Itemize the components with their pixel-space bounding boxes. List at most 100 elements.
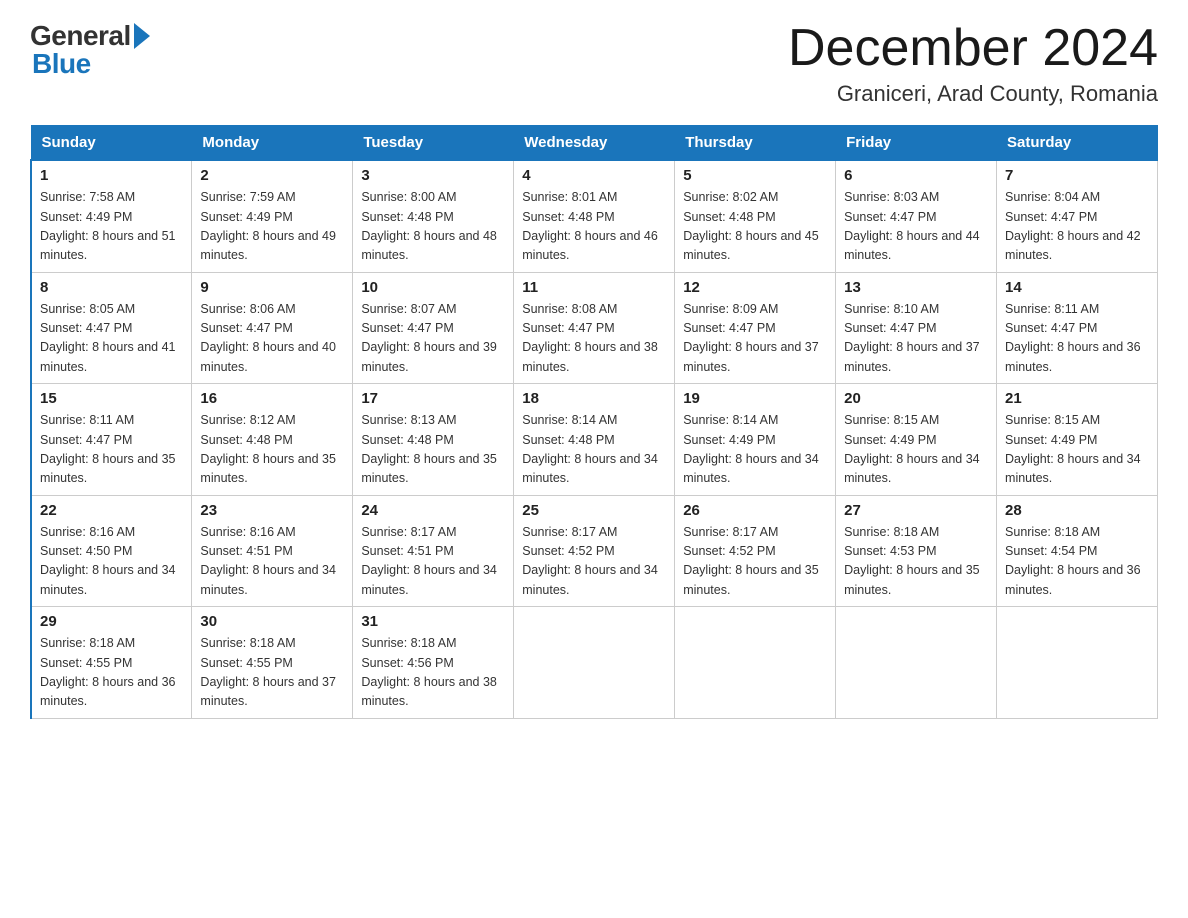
calendar-cell: 10 Sunrise: 8:07 AMSunset: 4:47 PMDaylig… <box>353 272 514 384</box>
calendar-cell: 24 Sunrise: 8:17 AMSunset: 4:51 PMDaylig… <box>353 495 514 607</box>
day-number: 30 <box>200 613 344 630</box>
day-number: 1 <box>40 167 183 184</box>
calendar-cell: 28 Sunrise: 8:18 AMSunset: 4:54 PMDaylig… <box>997 495 1158 607</box>
day-info: Sunrise: 8:00 AMSunset: 4:48 PMDaylight:… <box>361 190 497 262</box>
calendar-cell <box>836 607 997 719</box>
day-number: 31 <box>361 613 505 630</box>
day-info: Sunrise: 8:14 AMSunset: 4:49 PMDaylight:… <box>683 413 819 485</box>
calendar-week-5: 29 Sunrise: 8:18 AMSunset: 4:55 PMDaylig… <box>31 607 1158 719</box>
day-number: 13 <box>844 279 988 296</box>
calendar-cell: 25 Sunrise: 8:17 AMSunset: 4:52 PMDaylig… <box>514 495 675 607</box>
day-info: Sunrise: 8:07 AMSunset: 4:47 PMDaylight:… <box>361 302 497 374</box>
day-number: 25 <box>522 502 666 519</box>
day-info: Sunrise: 8:11 AMSunset: 4:47 PMDaylight:… <box>1005 302 1141 374</box>
calendar-cell: 31 Sunrise: 8:18 AMSunset: 4:56 PMDaylig… <box>353 607 514 719</box>
calendar-cell <box>997 607 1158 719</box>
day-info: Sunrise: 8:18 AMSunset: 4:53 PMDaylight:… <box>844 525 980 597</box>
calendar-cell: 22 Sunrise: 8:16 AMSunset: 4:50 PMDaylig… <box>31 495 192 607</box>
calendar-cell: 16 Sunrise: 8:12 AMSunset: 4:48 PMDaylig… <box>192 384 353 496</box>
calendar-table: SundayMondayTuesdayWednesdayThursdayFrid… <box>30 125 1158 719</box>
day-info: Sunrise: 8:04 AMSunset: 4:47 PMDaylight:… <box>1005 190 1141 262</box>
logo: General Blue <box>30 20 150 80</box>
day-info: Sunrise: 8:12 AMSunset: 4:48 PMDaylight:… <box>200 413 336 485</box>
day-number: 21 <box>1005 390 1149 407</box>
day-number: 15 <box>40 390 183 407</box>
calendar-cell: 7 Sunrise: 8:04 AMSunset: 4:47 PMDayligh… <box>997 160 1158 272</box>
day-number: 29 <box>40 613 183 630</box>
day-info: Sunrise: 8:17 AMSunset: 4:51 PMDaylight:… <box>361 525 497 597</box>
calendar-week-1: 1 Sunrise: 7:58 AMSunset: 4:49 PMDayligh… <box>31 160 1158 272</box>
day-info: Sunrise: 8:16 AMSunset: 4:50 PMDaylight:… <box>40 525 176 597</box>
calendar-cell: 17 Sunrise: 8:13 AMSunset: 4:48 PMDaylig… <box>353 384 514 496</box>
calendar-cell: 11 Sunrise: 8:08 AMSunset: 4:47 PMDaylig… <box>514 272 675 384</box>
day-info: Sunrise: 8:03 AMSunset: 4:47 PMDaylight:… <box>844 190 980 262</box>
calendar-week-3: 15 Sunrise: 8:11 AMSunset: 4:47 PMDaylig… <box>31 384 1158 496</box>
day-info: Sunrise: 7:58 AMSunset: 4:49 PMDaylight:… <box>40 190 176 262</box>
calendar-cell: 27 Sunrise: 8:18 AMSunset: 4:53 PMDaylig… <box>836 495 997 607</box>
day-number: 5 <box>683 167 827 184</box>
calendar-header-row: SundayMondayTuesdayWednesdayThursdayFrid… <box>31 126 1158 161</box>
calendar-cell: 6 Sunrise: 8:03 AMSunset: 4:47 PMDayligh… <box>836 160 997 272</box>
day-number: 28 <box>1005 502 1149 519</box>
calendar-cell: 21 Sunrise: 8:15 AMSunset: 4:49 PMDaylig… <box>997 384 1158 496</box>
calendar-cell <box>514 607 675 719</box>
header-sunday: Sunday <box>31 126 192 161</box>
logo-triangle-icon <box>134 23 150 49</box>
day-number: 11 <box>522 279 666 296</box>
calendar-cell: 9 Sunrise: 8:06 AMSunset: 4:47 PMDayligh… <box>192 272 353 384</box>
logo-blue-text: Blue <box>32 48 91 80</box>
day-info: Sunrise: 8:05 AMSunset: 4:47 PMDaylight:… <box>40 302 176 374</box>
calendar-cell: 23 Sunrise: 8:16 AMSunset: 4:51 PMDaylig… <box>192 495 353 607</box>
day-number: 26 <box>683 502 827 519</box>
day-number: 12 <box>683 279 827 296</box>
day-number: 8 <box>40 279 183 296</box>
day-info: Sunrise: 8:01 AMSunset: 4:48 PMDaylight:… <box>522 190 658 262</box>
title-block: December 2024 Graniceri, Arad County, Ro… <box>788 20 1158 107</box>
day-info: Sunrise: 8:10 AMSunset: 4:47 PMDaylight:… <box>844 302 980 374</box>
day-number: 6 <box>844 167 988 184</box>
day-number: 23 <box>200 502 344 519</box>
day-number: 3 <box>361 167 505 184</box>
calendar-cell: 15 Sunrise: 8:11 AMSunset: 4:47 PMDaylig… <box>31 384 192 496</box>
calendar-cell: 19 Sunrise: 8:14 AMSunset: 4:49 PMDaylig… <box>675 384 836 496</box>
day-info: Sunrise: 8:14 AMSunset: 4:48 PMDaylight:… <box>522 413 658 485</box>
day-info: Sunrise: 7:59 AMSunset: 4:49 PMDaylight:… <box>200 190 336 262</box>
day-number: 24 <box>361 502 505 519</box>
calendar-cell: 12 Sunrise: 8:09 AMSunset: 4:47 PMDaylig… <box>675 272 836 384</box>
calendar-cell: 2 Sunrise: 7:59 AMSunset: 4:49 PMDayligh… <box>192 160 353 272</box>
calendar-subtitle: Graniceri, Arad County, Romania <box>788 81 1158 107</box>
calendar-cell <box>675 607 836 719</box>
header-friday: Friday <box>836 126 997 161</box>
day-number: 20 <box>844 390 988 407</box>
calendar-cell: 20 Sunrise: 8:15 AMSunset: 4:49 PMDaylig… <box>836 384 997 496</box>
day-number: 2 <box>200 167 344 184</box>
calendar-cell: 4 Sunrise: 8:01 AMSunset: 4:48 PMDayligh… <box>514 160 675 272</box>
header-saturday: Saturday <box>997 126 1158 161</box>
day-number: 27 <box>844 502 988 519</box>
day-number: 14 <box>1005 279 1149 296</box>
day-info: Sunrise: 8:17 AMSunset: 4:52 PMDaylight:… <box>683 525 819 597</box>
page-header: General Blue December 2024 Graniceri, Ar… <box>30 20 1158 107</box>
day-info: Sunrise: 8:16 AMSunset: 4:51 PMDaylight:… <box>200 525 336 597</box>
calendar-cell: 29 Sunrise: 8:18 AMSunset: 4:55 PMDaylig… <box>31 607 192 719</box>
calendar-cell: 26 Sunrise: 8:17 AMSunset: 4:52 PMDaylig… <box>675 495 836 607</box>
calendar-title: December 2024 <box>788 20 1158 77</box>
day-info: Sunrise: 8:18 AMSunset: 4:56 PMDaylight:… <box>361 636 497 708</box>
day-number: 7 <box>1005 167 1149 184</box>
calendar-cell: 5 Sunrise: 8:02 AMSunset: 4:48 PMDayligh… <box>675 160 836 272</box>
day-info: Sunrise: 8:18 AMSunset: 4:54 PMDaylight:… <box>1005 525 1141 597</box>
calendar-cell: 13 Sunrise: 8:10 AMSunset: 4:47 PMDaylig… <box>836 272 997 384</box>
day-info: Sunrise: 8:15 AMSunset: 4:49 PMDaylight:… <box>844 413 980 485</box>
calendar-cell: 8 Sunrise: 8:05 AMSunset: 4:47 PMDayligh… <box>31 272 192 384</box>
day-number: 16 <box>200 390 344 407</box>
calendar-cell: 14 Sunrise: 8:11 AMSunset: 4:47 PMDaylig… <box>997 272 1158 384</box>
header-wednesday: Wednesday <box>514 126 675 161</box>
header-tuesday: Tuesday <box>353 126 514 161</box>
day-number: 18 <box>522 390 666 407</box>
day-info: Sunrise: 8:17 AMSunset: 4:52 PMDaylight:… <box>522 525 658 597</box>
calendar-week-2: 8 Sunrise: 8:05 AMSunset: 4:47 PMDayligh… <box>31 272 1158 384</box>
day-info: Sunrise: 8:06 AMSunset: 4:47 PMDaylight:… <box>200 302 336 374</box>
day-number: 4 <box>522 167 666 184</box>
day-number: 10 <box>361 279 505 296</box>
calendar-week-4: 22 Sunrise: 8:16 AMSunset: 4:50 PMDaylig… <box>31 495 1158 607</box>
